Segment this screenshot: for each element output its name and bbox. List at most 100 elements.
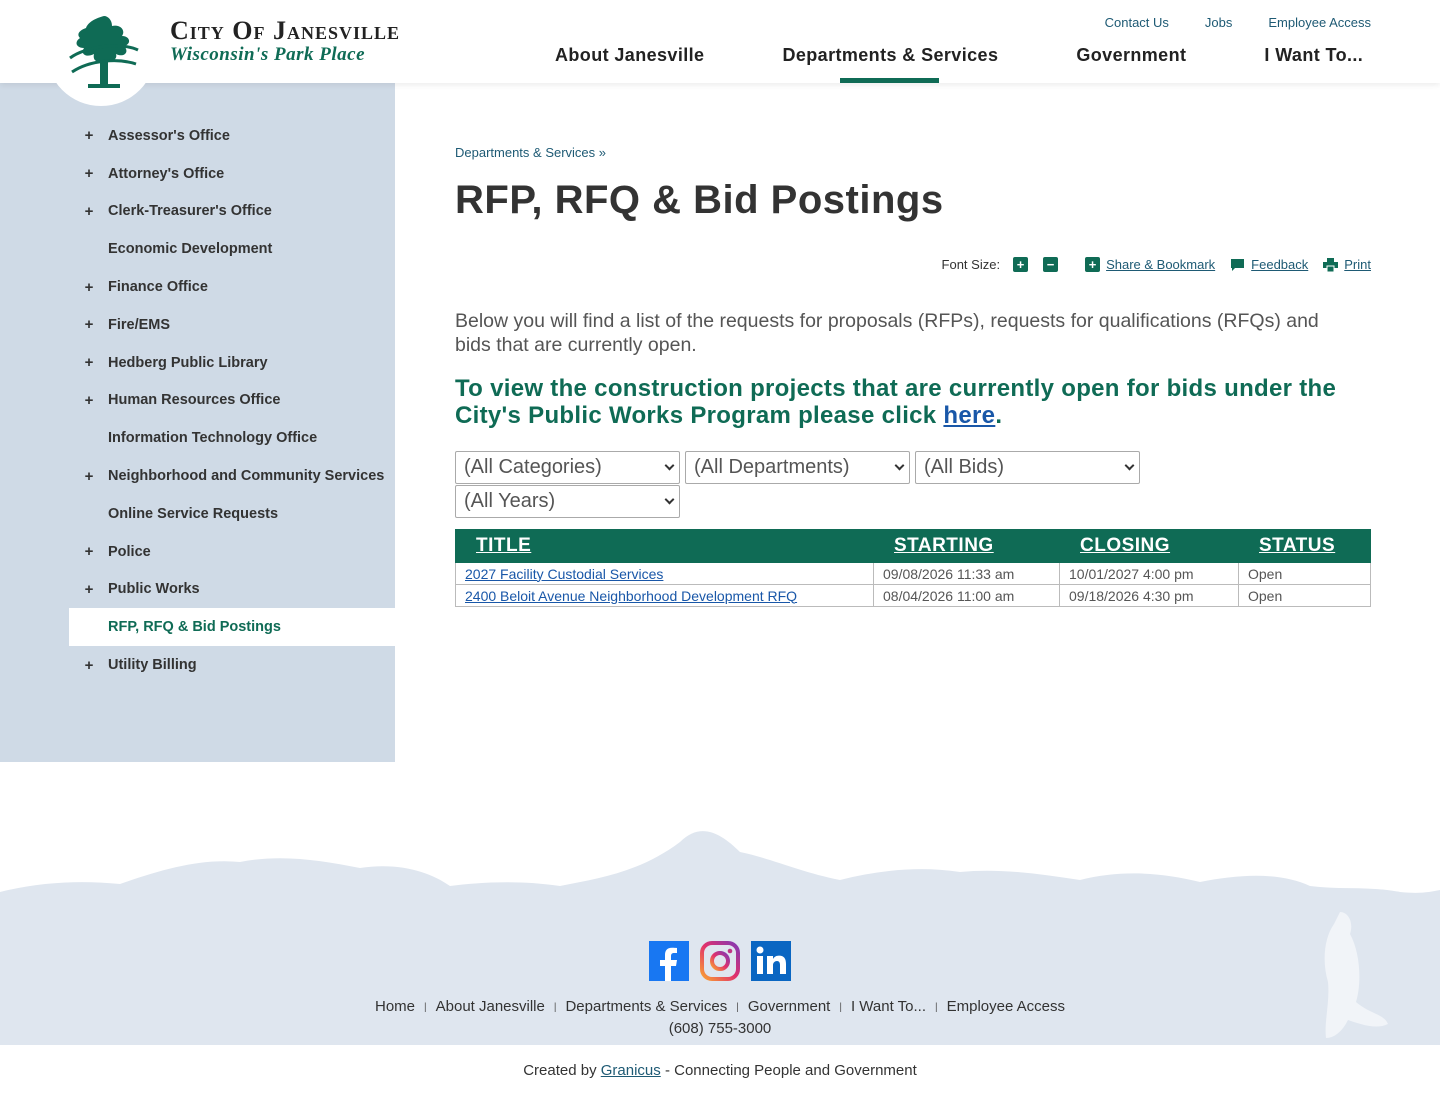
footer-link-about[interactable]: About Janesville (436, 998, 545, 1015)
bids-table: TITLE STARTING CLOSING STATUS 2027 Facil… (455, 529, 1371, 607)
font-decrease-icon[interactable]: − (1043, 257, 1059, 272)
sidebar-item[interactable]: Economic Development (69, 230, 395, 268)
nav-government[interactable]: Government (1076, 45, 1186, 66)
col-starting-label[interactable]: STARTING (894, 535, 994, 556)
callout-here-link[interactable]: here (943, 402, 995, 429)
departments-select[interactable]: (All Departments) (685, 451, 910, 484)
bid-title-link[interactable]: 2400 Beloit Avenue Neighborhood Developm… (465, 588, 797, 604)
expand-plus-icon[interactable]: + (83, 316, 95, 333)
table-row: 2400 Beloit Avenue Neighborhood Developm… (455, 584, 1371, 607)
sidebar-item[interactable]: + Utility Billing (69, 646, 395, 684)
feedback-link[interactable]: Feedback (1251, 257, 1308, 272)
expand-plus-icon[interactable]: + (83, 657, 95, 674)
expand-plus-icon[interactable]: + (83, 581, 95, 598)
sidebar-item-label: Information Technology Office (108, 430, 318, 447)
expand-plus-icon[interactable]: + (83, 279, 95, 296)
sidebar-item-label: Public Works (108, 581, 200, 598)
table-header-row: TITLE STARTING CLOSING STATUS (455, 529, 1371, 563)
utility-links: Contact Us Jobs Employee Access (1105, 15, 1371, 30)
nav-departments-services[interactable]: Departments & Services (782, 45, 998, 83)
print-icon[interactable] (1323, 257, 1339, 272)
col-title[interactable]: TITLE (455, 529, 874, 563)
sidebar-item[interactable]: + Neighborhood and Community Services (69, 457, 395, 495)
years-select[interactable]: (All Years) (455, 485, 680, 518)
cell-title: 2027 Facility Custodial Services (455, 562, 874, 585)
chevron-down-icon (894, 460, 905, 471)
share-bookmark-link[interactable]: Share & Bookmark (1106, 257, 1215, 272)
col-closing-label[interactable]: CLOSING (1080, 535, 1170, 556)
logo-text[interactable]: City Of Janesville Wisconsin's Park Plac… (170, 16, 400, 66)
expand-plus-icon[interactable]: + (83, 165, 95, 182)
footer-link-departments[interactable]: Departments & Services (565, 998, 727, 1015)
footer-link-home[interactable]: Home (375, 998, 415, 1015)
sidebar-item[interactable]: + Assessor's Office (69, 117, 395, 155)
granicus-link[interactable]: Granicus (601, 1062, 661, 1079)
footer-link-employee-access[interactable]: Employee Access (947, 998, 1065, 1015)
instagram-icon[interactable] (700, 941, 740, 981)
print-link[interactable]: Print (1344, 257, 1371, 272)
font-increase-icon[interactable]: + (1013, 257, 1029, 272)
sidebar-item-label: Neighborhood and Community Services (108, 468, 385, 485)
footer-link-i-want-to[interactable]: I Want To... (851, 998, 926, 1015)
sidebar-item-label: RFP, RFQ & Bid Postings (108, 619, 281, 636)
sidebar-item[interactable]: RFP, RFQ & Bid Postings (69, 608, 395, 647)
categories-select[interactable]: (All Categories) (455, 451, 680, 484)
expand-plus-icon[interactable]: + (83, 354, 95, 371)
main-nav: About Janesville Departments & Services … (555, 45, 1363, 83)
credit-prefix: Created by (523, 1062, 601, 1079)
footer-separator: | (553, 1002, 557, 1013)
callout-end: . (995, 402, 1003, 429)
city-logo-tree-icon[interactable] (66, 12, 142, 92)
sidebar-item[interactable]: + Human Resources Office (69, 382, 395, 420)
col-status[interactable]: STATUS (1238, 529, 1371, 563)
sidebar-item[interactable]: + Public Works (69, 571, 395, 609)
nav-i-want-to[interactable]: I Want To... (1264, 45, 1363, 66)
sidebar-item[interactable]: Information Technology Office (69, 419, 395, 457)
col-closing[interactable]: CLOSING (1059, 529, 1239, 563)
bids-select[interactable]: (All Bids) (915, 451, 1140, 484)
cell-status: Open (1238, 562, 1371, 585)
sidebar-item[interactable]: + Hedberg Public Library (69, 344, 395, 382)
chevron-down-icon (664, 494, 675, 505)
feedback-icon[interactable] (1230, 258, 1245, 272)
expand-plus-icon[interactable]: + (83, 127, 95, 144)
footer-separator: | (839, 1002, 842, 1013)
categories-select-value: (All Categories) (464, 456, 602, 478)
footer-phone: (608) 755-3000 (668, 1020, 772, 1037)
expand-plus-icon[interactable]: + (83, 203, 95, 220)
expand-plus-icon[interactable]: + (83, 543, 95, 560)
footer-separator: | (935, 1002, 938, 1013)
facebook-icon[interactable] (649, 941, 689, 981)
col-title-label[interactable]: TITLE (476, 535, 531, 556)
sidebar-item-label: Assessor's Office (108, 127, 230, 144)
share-icon[interactable]: + (1085, 257, 1101, 272)
employee-access-link[interactable]: Employee Access (1268, 15, 1371, 30)
nav-about-janesville[interactable]: About Janesville (555, 45, 704, 66)
jobs-link[interactable]: Jobs (1205, 15, 1232, 30)
expand-plus-icon[interactable]: + (83, 468, 95, 485)
sidebar-nav: + Assessor's Office + Attorney's Office + Cle… (69, 117, 395, 684)
page-title: RFP, RFQ & Bid Postings (455, 178, 944, 222)
cell-status: Open (1238, 584, 1371, 607)
col-status-label[interactable]: STATUS (1259, 535, 1335, 556)
footer-link-government[interactable]: Government (748, 998, 831, 1015)
linkedin-icon[interactable] (751, 941, 791, 981)
chevron-down-icon (664, 460, 675, 471)
sidebar-item[interactable]: + Clerk-Treasurer's Office (69, 193, 395, 231)
col-starting[interactable]: STARTING (873, 529, 1060, 563)
sidebar-item[interactable]: + Finance Office (69, 268, 395, 306)
years-select-value: (All Years) (464, 490, 556, 512)
sidebar-item[interactable]: + Fire/EMS (69, 306, 395, 344)
breadcrumb[interactable]: Departments & Services » (455, 145, 606, 160)
footer-separator: | (736, 1002, 739, 1013)
sidebar-item[interactable]: + Police (69, 533, 395, 571)
cell-starting: 08/04/2026 11:00 am (873, 584, 1060, 607)
expand-plus-icon[interactable]: + (83, 392, 95, 409)
footer-separator: | (424, 1002, 427, 1013)
contact-us-link[interactable]: Contact Us (1105, 15, 1169, 30)
sidebar-item-label: Clerk-Treasurer's Office (108, 203, 272, 220)
footer: Home | About Janesville | Departments & Serv… (0, 762, 1440, 1045)
bid-title-link[interactable]: 2027 Facility Custodial Services (465, 566, 663, 582)
sidebar-item[interactable]: + Attorney's Office (69, 155, 395, 193)
sidebar-item[interactable]: Online Service Requests (69, 495, 395, 533)
